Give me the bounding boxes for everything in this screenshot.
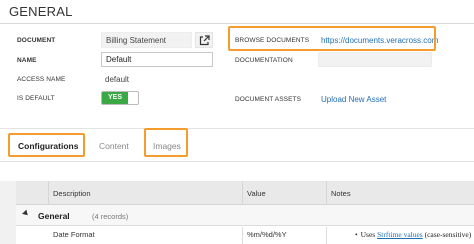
external-link-icon [199, 35, 210, 46]
document-label: DOCUMENT [17, 37, 56, 44]
documentation-field[interactable] [318, 52, 432, 67]
tabs-divider [0, 161, 474, 162]
column-header-description[interactable]: Description [49, 181, 243, 205]
column-header-notes[interactable]: Notes [327, 181, 474, 205]
group-count: (4 records) [92, 212, 129, 221]
documentation-label: DOCUMENTATION [235, 57, 293, 64]
document-value: Billing Statement [101, 32, 192, 48]
page-title: GENERAL [9, 4, 73, 19]
is-default-toggle[interactable]: YES [101, 91, 139, 105]
strftime-link[interactable]: Strftime values [377, 230, 423, 239]
cell-description[interactable]: Date Format [49, 227, 243, 244]
notes-prefix: Uses [360, 230, 376, 239]
bullet-icon: • [355, 230, 358, 239]
name-field[interactable]: Default [101, 52, 213, 67]
is-default-label: IS DEFAULT [17, 95, 55, 102]
document-assets-label: DOCUMENT ASSETS [235, 96, 302, 103]
name-label: NAME [17, 57, 37, 64]
group-name: General [38, 211, 70, 221]
collapse-caret-icon[interactable] [22, 209, 30, 218]
cell-notes: • Uses Strftime values (case-sensitive) [327, 227, 474, 244]
header-divider [0, 23, 474, 24]
toggle-yes-label: YES [102, 92, 128, 104]
images-tab-highlight [144, 128, 188, 157]
upload-asset-link[interactable]: Upload New Asset [321, 95, 386, 104]
configurations-tab-highlight [8, 133, 85, 157]
open-document-button[interactable] [195, 32, 213, 48]
tab-content[interactable]: Content [99, 141, 129, 151]
cell-value[interactable]: %m/%d/%Y [243, 227, 327, 244]
notes-suffix: (case-sensitive) [424, 230, 472, 239]
access-name-value: default [105, 75, 130, 84]
grid-row-gutter [0, 181, 16, 244]
column-header-value[interactable]: Value [243, 181, 327, 205]
group-row-general[interactable]: General (4 records) [16, 205, 474, 226]
access-name-label: ACCESS NAME [17, 76, 66, 83]
page-header: GENERAL [0, 0, 474, 24]
configurations-grid: Description Value Notes General (4 recor… [0, 181, 474, 244]
browse-documents-highlight [228, 26, 436, 51]
grid-header-spacer [16, 181, 49, 205]
